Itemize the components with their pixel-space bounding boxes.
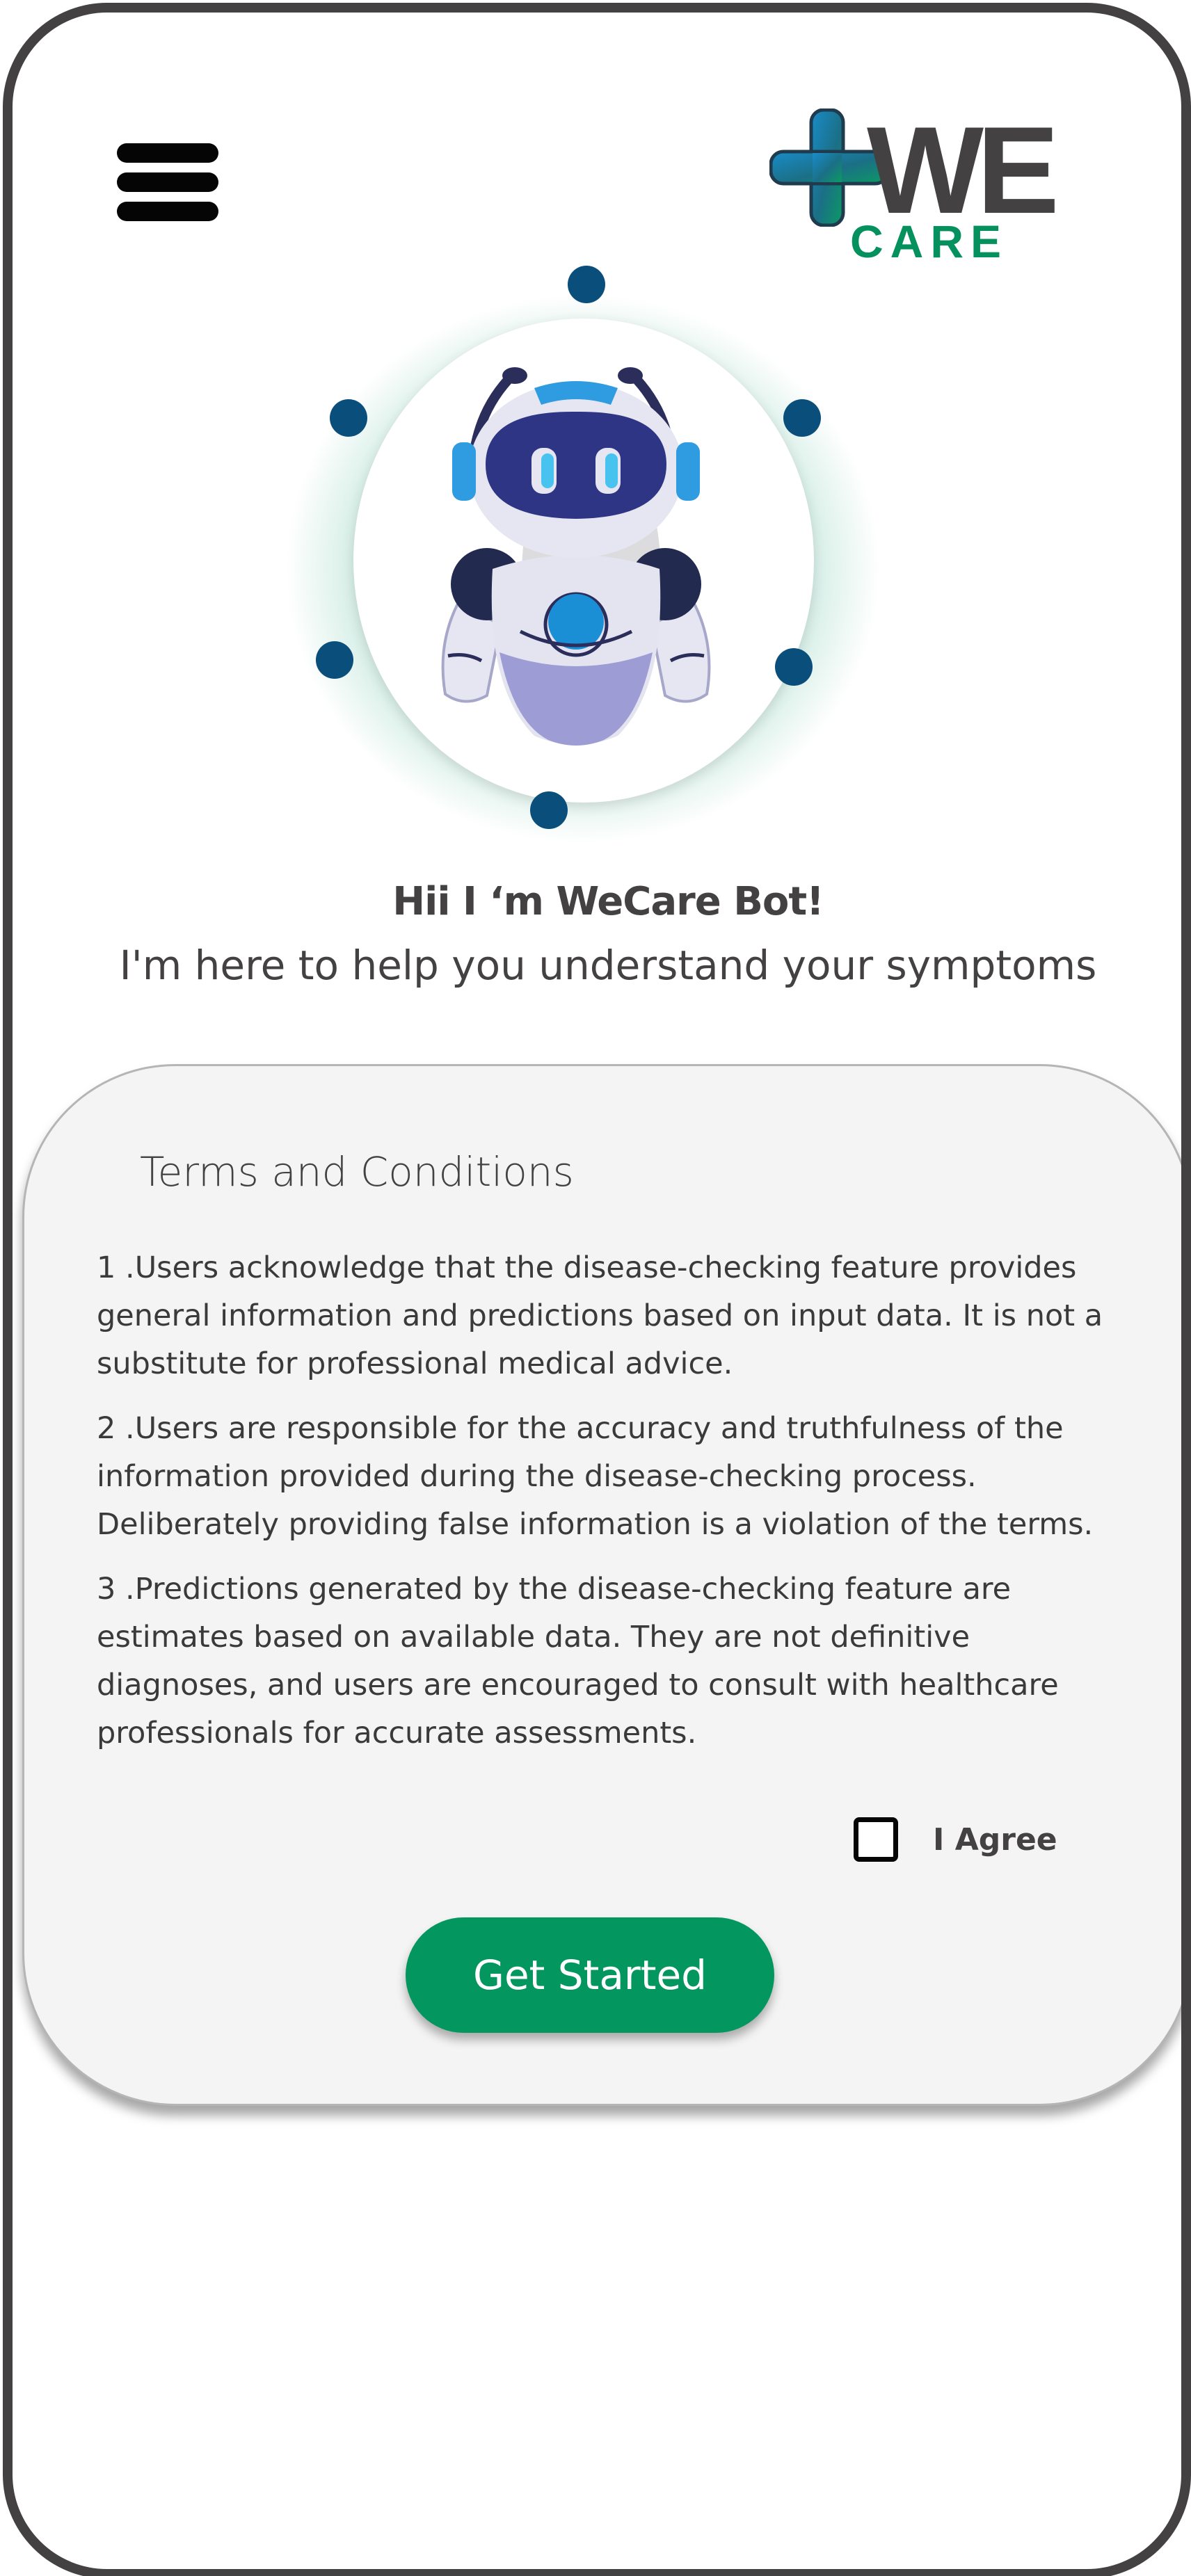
orbit-dot xyxy=(775,648,813,686)
hamburger-menu-icon[interactable] xyxy=(117,132,221,236)
logo-text-we: WE xyxy=(867,101,1060,239)
terms-item: 2 .Users are responsible for the accurac… xyxy=(97,1411,1094,1542)
agree-checkbox[interactable] xyxy=(854,1817,898,1862)
get-started-button[interactable]: Get Started xyxy=(406,1917,774,2033)
agree-label[interactable]: I Agree xyxy=(933,1822,1057,1858)
orbit-dot xyxy=(316,641,353,679)
terms-card: Terms and Conditions 1 .Users acknowledg… xyxy=(22,1064,1181,2106)
orbit-dot xyxy=(530,791,568,829)
robot-icon xyxy=(441,367,711,746)
menu-bar xyxy=(117,202,218,221)
bot-greeting: Hii I ‘m WeCare Bot! xyxy=(392,879,824,924)
orbit-dot xyxy=(568,266,605,303)
bot-subtitle: I'm here to help you understand your sym… xyxy=(119,942,1097,989)
orbit-dot xyxy=(783,399,821,437)
menu-bar xyxy=(117,172,218,192)
terms-item: 1 .Users acknowledge that the disease-ch… xyxy=(97,1250,1103,1381)
agree-row: I Agree xyxy=(854,1812,1057,1867)
terms-item: 3 .Predictions generated by the disease-… xyxy=(97,1572,1059,1750)
phone-frame: WE CARE xyxy=(3,3,1191,2576)
orbit-dot xyxy=(330,399,367,437)
terms-list: 1 .Users acknowledge that the disease-ch… xyxy=(97,1244,1140,1774)
terms-title: Terms and Conditions xyxy=(140,1148,574,1196)
menu-bar xyxy=(117,143,218,163)
